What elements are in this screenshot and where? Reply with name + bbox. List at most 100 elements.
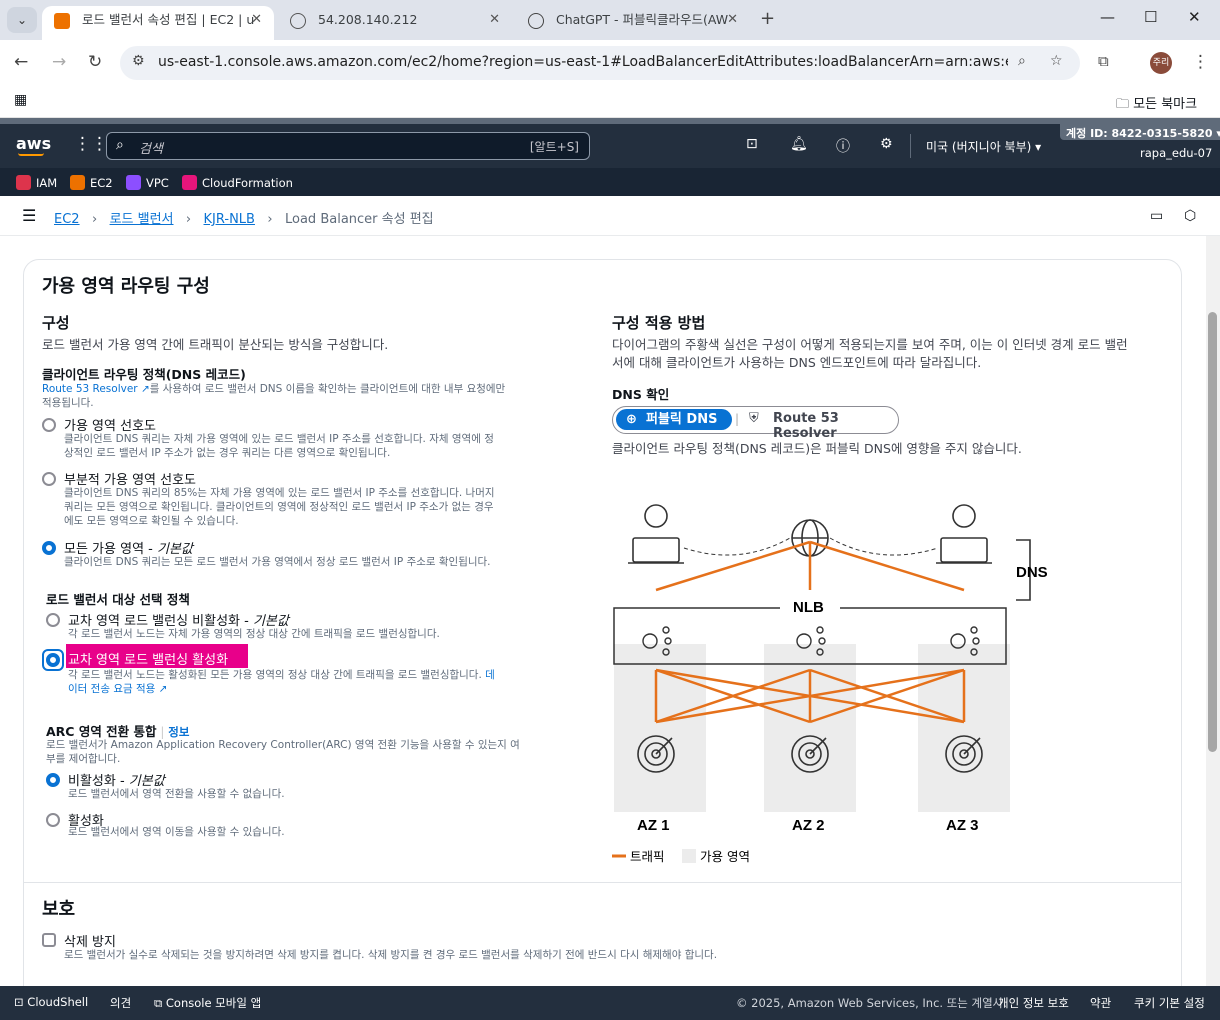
region-selector[interactable]: 미국 (버지니아 북부) ▾ [926,138,1041,155]
legend-az-swatch [682,849,696,863]
cz-on-desc-text: 각 로드 밸런서 노드는 활성화된 모든 가용 영역의 정상 대상 간에 트래픽… [68,669,482,681]
arc-off-desc: 로드 밸런서에서 영역 전환을 사용할 수 없습니다. [68,788,285,800]
cloudshell-label: CloudShell [27,995,89,1009]
crumb-kjr-nlb[interactable]: KJR-NLB [204,212,255,227]
legend-traffic: 트래픽 [630,849,665,864]
fav-vpc[interactable]: VPC [126,175,169,190]
close-icon[interactable]: ✕ [489,6,500,34]
apps-grid-icon[interactable]: ▦ [14,92,27,108]
dns-check-label: DNS 확인 [612,387,670,402]
crumb-ec2[interactable]: EC2 [54,212,80,227]
dns-policy-label: 클라이언트 라우팅 정책(DNS 레코드) [42,367,246,382]
hamburger-icon[interactable]: ☰ [22,206,36,225]
window-close-icon[interactable]: ✕ [1188,8,1201,26]
chevron-right-icon: › [259,212,281,227]
bookmarks-label: 모든 북마크 [1133,97,1198,112]
account-menu[interactable]: 계정 ID: 8422-0315-5820 ▾ [1060,124,1220,140]
iam-icon [16,175,31,190]
cloudshell-button[interactable]: ⊡ CloudShell [14,995,88,1009]
maximize-icon[interactable]: ☐ [1144,8,1157,26]
bookmark-star-icon[interactable]: ☆ [1050,53,1063,69]
apply-title: 구성 적용 방법 [612,314,706,332]
az1-label: AZ 1 [637,817,670,834]
dns-policy-text2: 적용됩니다. [42,397,94,409]
url-text[interactable]: us-east-1.console.aws.amazon.com/ec2/hom… [158,54,1008,70]
folder-icon: 🗀 [1116,97,1130,112]
client-right-icon [936,504,992,564]
apply-desc: 서에 대해 클라이언트가 사용하는 DNS 엔드포인트에 따라 달라집니다. [612,355,982,370]
external-link-icon: ↗ [140,383,150,395]
client-left-icon [628,504,684,564]
config-title: 구성 [42,314,70,332]
radio-partial-az-affinity[interactable] [42,472,56,486]
mobile-app-link[interactable]: ⧉ Console 모바일 앱 [154,995,261,1011]
settings-icon[interactable]: ⚙ [880,136,893,152]
vpc-icon [126,175,141,190]
feedback-icon[interactable]: ▭ [1150,208,1163,224]
minimize-icon[interactable]: — [1100,8,1115,26]
tab-chatgpt[interactable]: ChatGPT - 퍼블릭클라우드(AW ✕ [516,6,750,40]
cookie-link[interactable]: 쿠키 기본 설정 [1134,995,1205,1011]
user-name[interactable]: rapa_edu-07 [1140,146,1212,160]
account-id: 계정 ID: 8422-0315-5820 [1066,127,1213,140]
help-icon[interactable]: ⓘ [836,136,850,156]
search-shortcut: [알트+S] [529,140,579,154]
search-input[interactable]: ⌕ 검색 [알트+S] [106,132,590,160]
aws-logo[interactable]: aws [16,134,51,153]
address-bar[interactable]: ⚙ us-east-1.console.aws.amazon.com/ec2/h… [120,46,1080,80]
seg-route53[interactable]: Route 53 Resolver [773,411,898,441]
scrollbar-thumb[interactable] [1208,312,1217,752]
privacy-link[interactable]: 개인 정보 보호 [998,995,1069,1011]
fav-label: IAM [36,176,58,190]
opt3-desc: 클라이언트 DNS 쿼리는 모든 로드 밸런서 가용 영역에서 정상 로드 밸런… [64,556,491,568]
radio-crosszone-off[interactable] [46,613,60,627]
seg-public-dns[interactable]: ⊕ 퍼블릭 DNS [616,409,732,430]
opt1-desc: 클라이언트 DNS 쿼리는 자체 가용 영역에 있는 로드 밸런서 IP 주소를… [64,433,494,445]
arc-label: ARC 영역 전환 통합 [46,724,157,739]
preferences-icon[interactable]: ⬡ [1184,208,1196,224]
radio-arc-off[interactable] [46,773,60,787]
radio-any-az[interactable] [42,541,56,555]
profile-avatar[interactable]: 주리 [1150,52,1172,74]
site-info-icon[interactable]: ⚙ [132,53,145,69]
terms-link[interactable]: 약관 [1090,995,1111,1011]
crumb-load-balancers[interactable]: 로드 밸런서 [110,212,174,227]
target-policy-label: 로드 밸런서 대상 선택 정책 [46,592,190,607]
crumb-current: Load Balancer 속성 편집 [285,212,434,227]
data-transfer-link[interactable]: 데 [485,669,495,681]
data-transfer-link2[interactable]: 이터 전송 요금 적용 [68,683,155,695]
close-icon[interactable]: ✕ [251,6,262,34]
bookmarks-folder[interactable]: 🗀 모든 북마크 [1116,93,1197,117]
radio-arc-on[interactable] [46,813,60,827]
arc-info-link[interactable]: 정보 [168,725,189,739]
protection-card: 보호 삭제 방지 로드 밸런서가 실수로 삭제되는 것을 방지하려면 삭제 방지… [23,882,1182,986]
fav-iam[interactable]: IAM [16,175,57,190]
tab-edit-lb[interactable]: 로드 밸런서 속성 편집 | EC2 | u ✕ [42,6,274,40]
fav-cloudformation[interactable]: CloudFormation [182,175,293,190]
divider: | [735,412,740,426]
delete-protection-checkbox[interactable] [42,933,56,947]
close-icon[interactable]: ✕ [727,6,738,34]
tab-title: ChatGPT - 퍼블릭클라우드(AW [556,12,729,27]
az-columns [614,644,1010,812]
tab-search-button[interactable]: ⌄ [7,7,37,33]
feedback-link[interactable]: 의견 [110,995,131,1011]
route53-link[interactable]: Route 53 Resolver [42,383,138,395]
page-scrollbar[interactable] [1206,236,1220,986]
new-tab-icon[interactable]: + [760,8,775,29]
fav-ec2[interactable]: EC2 [70,175,113,190]
extensions-icon[interactable]: ⧉ [1098,52,1109,70]
zoom-icon[interactable]: ⌕ [1018,53,1026,69]
radio-az-affinity[interactable] [42,418,56,432]
menu-icon[interactable]: ⋮ [1192,52,1209,72]
radio-crosszone-on[interactable] [46,653,60,667]
bell-icon[interactable]: 🔔︎ [790,136,808,152]
back-icon[interactable]: ← [14,52,28,72]
cloudshell-icon[interactable]: ⊡ [746,136,758,152]
reload-icon[interactable]: ↻ [88,52,102,72]
tab-ip[interactable]: 54.208.140.212 ✕ [278,6,512,40]
arc-on-desc: 로드 밸런서에서 영역 이동을 사용할 수 있습니다. [68,826,285,838]
az1-zone [614,644,706,812]
arc-desc: 부를 제어합니다. [46,753,121,765]
forward-icon[interactable]: → [52,52,66,72]
